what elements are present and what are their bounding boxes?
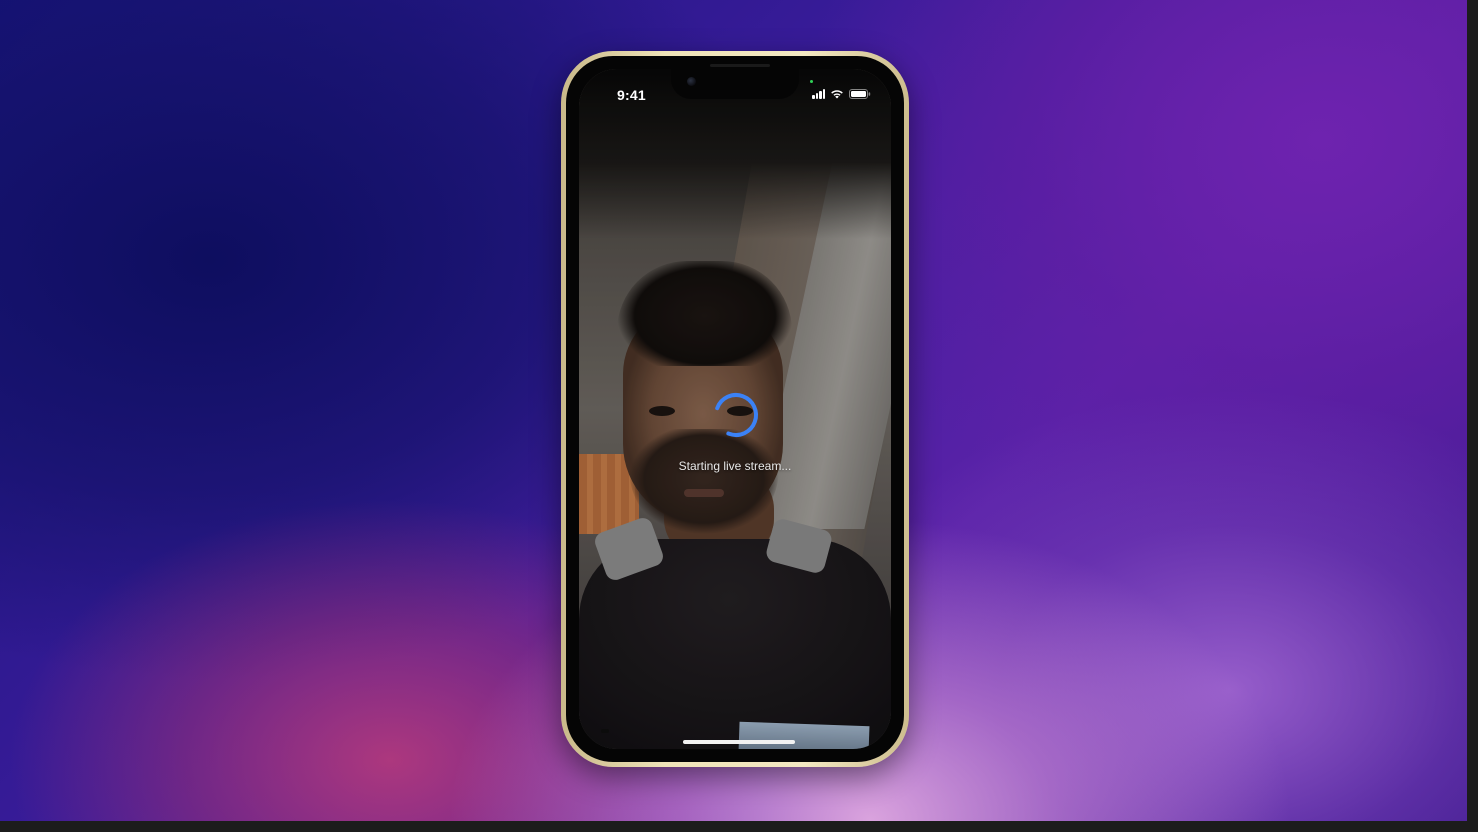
front-camera-icon: [687, 77, 696, 86]
loading-spinner-icon: [712, 391, 760, 439]
cellular-signal-icon: [812, 89, 825, 99]
earpiece-speaker: [710, 64, 770, 67]
status-time: 9:41: [617, 87, 646, 103]
status-bar: 9:41: [579, 69, 891, 113]
wifi-icon: [830, 89, 844, 99]
window-edge-right: [1467, 0, 1478, 832]
home-indicator[interactable]: [683, 740, 795, 744]
mic-indicator-dot: [810, 80, 813, 83]
screen-edge-mark: [601, 729, 609, 733]
phone-device-frame: 9:41 Starting live stream...: [561, 51, 909, 767]
phone-bezel: 9:41 Starting live stream...: [566, 56, 904, 762]
dynamic-notch: [671, 69, 799, 99]
battery-icon: [849, 89, 871, 99]
window-edge-bottom: [0, 821, 1478, 832]
status-icons: [812, 89, 871, 99]
phone-screen: 9:41 Starting live stream...: [579, 69, 891, 749]
loading-status-text: Starting live stream...: [678, 459, 792, 473]
